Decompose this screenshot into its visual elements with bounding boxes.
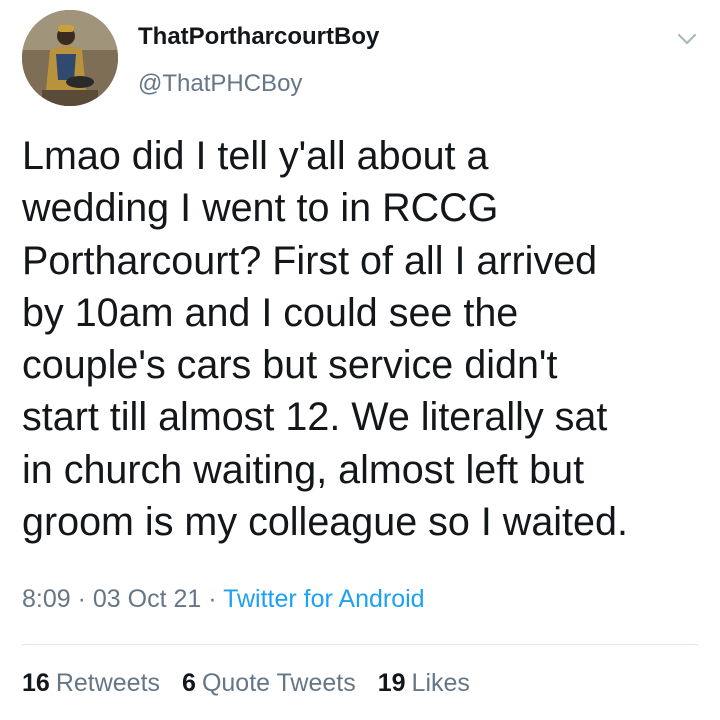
tweet-text: Lmao did I tell y'all about a wedding I … bbox=[22, 134, 628, 545]
quote-tweets-count: 6 bbox=[182, 669, 196, 697]
tweet-card: ThatPortharcourtBoy @ThatPHCBoy Lmao did… bbox=[0, 0, 720, 720]
meta-separator: · bbox=[208, 585, 217, 613]
retweets-stat[interactable]: 16 Retweets bbox=[22, 669, 160, 698]
avatar[interactable] bbox=[22, 10, 118, 106]
meta-separator: · bbox=[77, 585, 86, 613]
chevron-down-icon[interactable] bbox=[674, 26, 700, 52]
likes-stat[interactable]: 19 Likes bbox=[378, 669, 470, 698]
retweets-count: 16 bbox=[22, 669, 50, 697]
tweet-source-link[interactable]: Twitter for Android bbox=[223, 585, 424, 613]
likes-count: 19 bbox=[377, 669, 406, 697]
user-handle[interactable]: @ThatPHCBoy bbox=[138, 70, 302, 98]
avatar-photo bbox=[22, 10, 118, 106]
likes-label: Likes bbox=[411, 669, 470, 697]
retweets-label: Retweets bbox=[55, 669, 161, 697]
tweet-stats: 16 Retweets 6 Quote Tweets 19 Likes bbox=[22, 669, 470, 698]
display-name[interactable]: ThatPortharcourtBoy bbox=[138, 23, 379, 51]
tweet-meta: 8:09 · 03 Oct 21 · Twitter for Android bbox=[22, 585, 425, 614]
quote-tweets-stat[interactable]: 6 Quote Tweets bbox=[182, 669, 356, 698]
quote-tweets-label: Quote Tweets bbox=[201, 669, 356, 697]
tweet-time[interactable]: 8:09 bbox=[22, 585, 71, 613]
tweet-date[interactable]: 03 Oct 21 bbox=[93, 585, 201, 613]
divider bbox=[22, 644, 698, 645]
